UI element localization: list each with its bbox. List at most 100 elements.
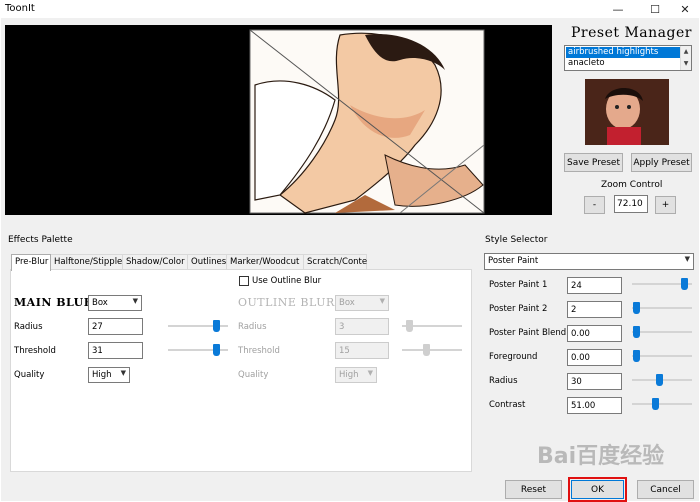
main-quality-value: High	[92, 370, 112, 380]
close-button[interactable]: ✕	[671, 0, 699, 18]
window-title: ToonIt	[5, 3, 35, 14]
param-slider-poster-paint-blend[interactable]	[632, 326, 692, 338]
slider-track	[632, 307, 692, 309]
slider-handle[interactable]	[633, 326, 640, 338]
scroll-down-icon[interactable]: ▼	[681, 58, 691, 70]
param-slider-foreground[interactable]	[632, 350, 692, 362]
slider-track	[402, 349, 462, 351]
preset-item-selected[interactable]: airbrushed highlights	[566, 47, 680, 58]
effects-palette-label: Effects Palette	[8, 235, 73, 245]
slider-track	[632, 355, 692, 357]
preview-artwork	[249, 29, 485, 214]
param-input-poster-paint-1[interactable]: 24	[567, 277, 622, 294]
outline-radius-slider	[402, 320, 462, 332]
param-input-poster-paint-blend[interactable]: 0.00	[567, 325, 622, 342]
outline-quality-select: High ▼	[335, 367, 377, 383]
tab-pre-blur[interactable]: Pre-Blur	[11, 254, 51, 271]
zoom-control-label: Zoom Control	[601, 180, 663, 190]
maximize-icon: ☐	[650, 2, 660, 16]
slider-handle[interactable]	[213, 344, 220, 356]
preset-manager-title: Preset Manager	[571, 25, 692, 41]
main-threshold-input[interactable]: 31	[88, 342, 143, 359]
title-bar: ToonIt — ☐ ✕	[0, 0, 700, 18]
close-icon: ✕	[680, 2, 690, 16]
outline-threshold-label: Threshold	[238, 346, 280, 356]
ok-button[interactable]: OK	[568, 477, 627, 502]
main-blur-type-value: Box	[92, 298, 108, 308]
zoom-value-input[interactable]: 72.10	[614, 195, 648, 213]
zoom-in-button[interactable]: +	[655, 196, 676, 214]
slider-handle	[423, 344, 430, 356]
slider-handle[interactable]	[213, 320, 220, 332]
maximize-button[interactable]: ☐	[641, 0, 669, 18]
minimize-icon: —	[612, 2, 624, 16]
outline-blur-heading: OUTLINE BLUR	[238, 296, 335, 309]
param-label-foreground: Foreground	[489, 352, 538, 362]
outline-quality-label: Quality	[238, 370, 269, 380]
outline-radius-input: 3	[335, 318, 389, 335]
slider-handle[interactable]	[633, 302, 640, 314]
slider-handle[interactable]	[681, 278, 688, 290]
preset-thumbnail	[585, 79, 669, 145]
cancel-button[interactable]: Cancel	[637, 480, 694, 499]
tab-marker-woodcut[interactable]: Marker/Woodcut	[226, 254, 304, 270]
zoom-out-button[interactable]: -	[584, 196, 605, 214]
slider-track	[632, 331, 692, 333]
thumbnail-artwork	[585, 79, 669, 145]
minimize-button[interactable]: —	[604, 0, 632, 18]
style-select[interactable]: Poster Paint ▼	[484, 253, 694, 270]
param-slider-radius[interactable]	[632, 374, 692, 386]
slider-handle[interactable]	[656, 374, 663, 386]
outline-threshold-input: 15	[335, 342, 389, 359]
use-outline-blur-label: Use Outline Blur	[252, 276, 322, 286]
chevron-down-icon: ▼	[684, 255, 690, 263]
param-label-radius: Radius	[489, 376, 518, 386]
chevron-down-icon: ▼	[120, 369, 126, 377]
outline-threshold-slider	[402, 344, 462, 356]
param-slider-poster-paint-2[interactable]	[632, 302, 692, 314]
param-label-poster-paint-1: Poster Paint 1	[489, 280, 548, 290]
main-radius-input[interactable]: 27	[88, 318, 143, 335]
param-label-poster-paint-blend: Poster Paint Blend	[489, 328, 567, 338]
param-slider-contrast[interactable]	[632, 398, 692, 410]
tab-scratch-conte[interactable]: Scratch/Conte	[303, 254, 367, 270]
tab-outlines[interactable]: Outlines	[187, 254, 227, 270]
watermark: Bai百度经验	[537, 444, 665, 469]
main-quality-select[interactable]: High ▼	[88, 367, 130, 383]
apply-preset-button[interactable]: Apply Preset	[631, 153, 692, 172]
main-blur-type-select[interactable]: Box ▼	[88, 295, 142, 311]
tab-shadow-color[interactable]: Shadow/Color	[122, 254, 188, 270]
outline-radius-label: Radius	[238, 322, 267, 332]
outline-blur-type-value: Box	[339, 298, 355, 308]
main-radius-label: Radius	[14, 322, 43, 332]
chevron-down-icon: ▼	[379, 297, 385, 305]
tab-halftone-stipple[interactable]: Halftone/Stipple	[50, 254, 123, 270]
outline-quality-value: High	[339, 370, 359, 380]
preset-scrollbar[interactable]: ▲ ▼	[680, 46, 691, 70]
main-radius-slider[interactable]	[168, 320, 228, 332]
slider-handle[interactable]	[652, 398, 659, 410]
reset-button[interactable]: Reset	[505, 480, 562, 499]
main-threshold-label: Threshold	[14, 346, 56, 356]
param-input-radius[interactable]: 30	[567, 373, 622, 390]
slider-handle[interactable]	[633, 350, 640, 362]
main-quality-label: Quality	[14, 370, 45, 380]
use-outline-blur-checkbox[interactable]	[239, 276, 249, 286]
style-selector-label: Style Selector	[485, 235, 548, 245]
preset-item[interactable]: anacleto	[566, 58, 680, 69]
param-input-foreground[interactable]: 0.00	[567, 349, 622, 366]
main-threshold-slider[interactable]	[168, 344, 228, 356]
chevron-down-icon: ▼	[132, 297, 138, 305]
outline-blur-type-select: Box ▼	[335, 295, 389, 311]
param-input-contrast[interactable]: 51.00	[567, 397, 622, 414]
image-preview[interactable]	[5, 25, 552, 215]
param-label-contrast: Contrast	[489, 400, 526, 410]
scroll-up-icon[interactable]: ▲	[681, 46, 691, 58]
style-slider-top[interactable]	[632, 278, 692, 290]
chevron-down-icon: ▼	[367, 369, 373, 377]
save-preset-button[interactable]: Save Preset	[564, 153, 623, 172]
preset-list[interactable]: airbrushed highlights anacleto ▲ ▼	[564, 45, 692, 71]
param-input-poster-paint-2[interactable]: 2	[567, 301, 622, 318]
slider-handle	[406, 320, 413, 332]
slider-track	[632, 403, 692, 405]
